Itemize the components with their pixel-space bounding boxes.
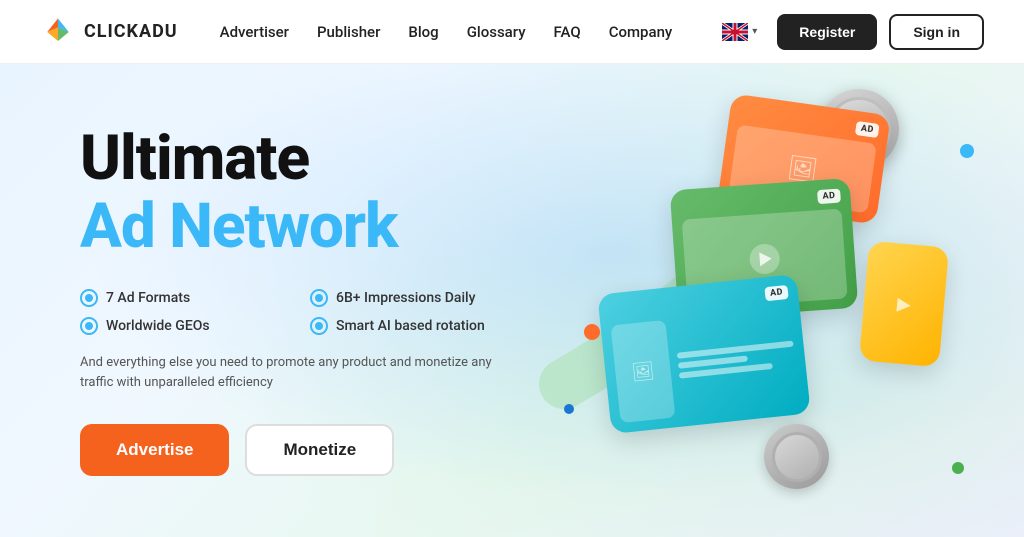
nav-faq[interactable]: FAQ	[554, 23, 581, 41]
feature-item-2: 6B+ Impressions Daily	[310, 289, 500, 307]
ad-badge-blue: AD	[764, 285, 788, 301]
flag-icon	[722, 23, 748, 41]
nav-publisher[interactable]: Publisher	[317, 23, 380, 41]
nav-right: ▾ Register Sign in	[714, 14, 984, 50]
nav-company[interactable]: Company	[609, 23, 673, 41]
hero-illustration: AD 🖼 AD ▶ AD 🖼	[504, 84, 1004, 534]
feature-item-4: Smart AI based rotation	[310, 317, 500, 335]
advertise-button[interactable]: Advertise	[80, 424, 229, 476]
feature-dot-3	[80, 317, 98, 335]
nav-links: Advertiser Publisher Blog Glossary FAQ C…	[220, 23, 673, 41]
lang-chevron: ▾	[752, 26, 757, 37]
brand-name: CLICKADU	[84, 21, 178, 42]
nav-blog[interactable]: Blog	[408, 23, 438, 41]
feature-item-3: Worldwide GEOs	[80, 317, 270, 335]
hero-section: Ultimate Ad Network 7 Ad Formats 6B+ Imp…	[0, 64, 1024, 537]
navbar: CLICKADU Advertiser Publisher Blog Gloss…	[0, 0, 1024, 64]
feature-item-1: 7 Ad Formats	[80, 289, 270, 307]
signin-button[interactable]: Sign in	[889, 14, 984, 50]
feature-dot-1	[80, 289, 98, 307]
hero-content: Ultimate Ad Network 7 Ad Formats 6B+ Imp…	[0, 125, 500, 476]
ad-badge-orange: AD	[855, 121, 880, 138]
hero-title-main: Ultimate	[80, 125, 500, 193]
coin-small	[764, 424, 829, 489]
dot-blue	[960, 144, 974, 158]
hero-sub-text: And everything else you need to promote …	[80, 353, 500, 392]
monetize-button[interactable]: Monetize	[245, 424, 394, 476]
feature-dot-4	[310, 317, 328, 335]
dot-orange	[584, 324, 600, 340]
ad-card-yellow: ▶	[859, 241, 949, 368]
nav-advertiser[interactable]: Advertiser	[220, 23, 289, 41]
feature-dot-2	[310, 289, 328, 307]
hero-buttons: Advertise Monetize	[80, 424, 500, 476]
hero-features: 7 Ad Formats 6B+ Impressions Daily World…	[80, 289, 500, 335]
lang-selector[interactable]: ▾	[714, 19, 765, 45]
play-icon	[749, 243, 781, 275]
nav-glossary[interactable]: Glossary	[467, 23, 526, 41]
register-button[interactable]: Register	[777, 14, 877, 50]
dot-blue2	[564, 404, 574, 414]
dot-green	[952, 462, 964, 474]
logo-icon	[40, 14, 76, 50]
hero-title-sub: Ad Network	[80, 193, 500, 261]
ad-card-blue: AD 🖼	[597, 274, 811, 434]
ad-badge-green: AD	[817, 189, 841, 205]
logo-link[interactable]: CLICKADU	[40, 14, 178, 50]
